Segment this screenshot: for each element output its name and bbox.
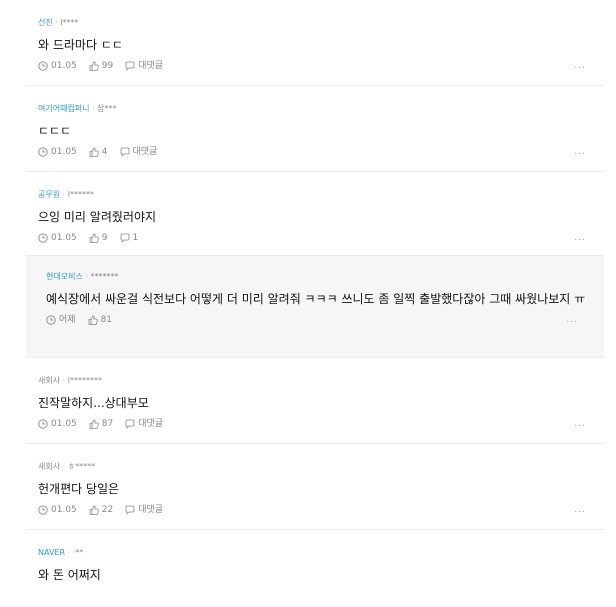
author-nickname: l**** [60,18,79,27]
date-label: 어제 [59,315,76,325]
like-count: 9 [101,233,108,243]
date-label: 01.05 [51,147,77,157]
comment-date: 01.05 [38,418,77,430]
thumbs-up-icon [89,61,99,71]
comment-item: 선진 · l**** 와 드라마다 ㄷㄷ 01.05 99 대댓글 ... [26,0,604,86]
more-options-icon[interactable]: ... [574,418,586,430]
comment-meta: 어제 81 ... [46,314,604,326]
comment-meta: 01.05 9 1 ... [38,232,604,244]
author-company[interactable]: 여기어때컴퍼니 [38,104,90,113]
comment-date: 01.05 [38,232,77,244]
comment-date: 01.05 [38,60,77,72]
like-count: 99 [101,61,114,71]
speech-bubble-icon [125,61,135,71]
speech-bubble-icon [125,419,135,429]
author-nickname: l****** [67,190,94,199]
author-nickname: ·** [72,548,84,557]
thumbs-up-icon [88,315,98,325]
like-button[interactable]: 99 [89,60,113,72]
reply-label: 대댓글 [138,505,164,515]
reply-count: 1 [132,233,139,243]
reply-button[interactable]: 대댓글 [125,418,163,430]
clock-icon [46,315,56,325]
reply-item: 현대모비스 · ******* 예식장에서 싸운걸 식전보다 어떻게 더 미리 … [26,256,604,358]
clock-icon [38,61,48,71]
clock-icon [38,419,48,429]
reply-button[interactable]: 1 [120,232,139,244]
author-company[interactable]: 현대모비스 [46,272,83,281]
comment-text: 와 드라마다 ㄷㄷ [38,38,123,52]
author-nickname: ㅎ***** [67,462,96,471]
comment-author: 현대모비스 · ******* [46,272,119,281]
reply-button[interactable]: 대댓글 [125,504,163,516]
author-company[interactable]: 새회사 [38,376,60,385]
more-options-icon[interactable]: ... [574,504,586,516]
more-options-icon[interactable]: ... [574,232,586,244]
date-label: 01.05 [51,419,77,429]
author-nickname: l******** [67,376,102,385]
date-label: 01.05 [51,505,77,515]
date-label: 01.05 [51,233,77,243]
comment-author: NAVER · ·** [38,548,84,557]
author-company[interactable]: 공무원 [38,190,60,199]
like-button[interactable]: 9 [89,232,108,244]
like-button[interactable]: 87 [89,418,113,430]
date-label: 01.05 [51,61,77,71]
like-button[interactable]: 4 [89,146,108,158]
like-count: 22 [101,505,114,515]
comment-text: 예식장에서 싸운걸 식전보다 어떻게 더 미리 알려줘 ㅋㅋㅋ 쓰니도 좀 일찍… [46,292,586,306]
comment-text: ㄷㄷㄷ [38,124,72,138]
more-options-icon[interactable]: ... [566,314,578,326]
comment-meta: 01.05 99 대댓글 ... [38,60,604,72]
comment-author: 선진 · l**** [38,18,79,27]
reply-label: 대댓글 [138,61,164,71]
comment-item: 새회사 · ㅎ***** 헌개편다 당일은 01.05 22 대댓글 ... [26,444,604,530]
clock-icon [38,147,48,157]
comment-author: 새회사 · ㅎ***** [38,462,96,471]
reply-button[interactable]: 대댓글 [120,146,158,158]
comment-text: 으잉 미리 알려줬러야지 [38,210,157,224]
author-company[interactable]: 새회사 [38,462,60,471]
clock-icon [38,233,48,243]
comment-list: 선진 · l**** 와 드라마다 ㄷㄷ 01.05 99 대댓글 ... 여기… [26,0,604,600]
comment-item: NAVER · ·** 와 돈 어쩌지 [26,530,604,600]
comment-text: 와 돈 어쩌지 [38,568,101,582]
more-options-icon[interactable]: ... [574,146,586,158]
comment-text: 헌개편다 당일은 [38,482,120,496]
comment-author: 공무원 · l****** [38,190,94,199]
comment-meta: 01.05 4 대댓글 ... [38,146,604,158]
comment-text: 진작말하지...상대부모 [38,396,149,410]
speech-bubble-icon [120,233,129,243]
author-company[interactable]: NAVER [38,548,65,557]
comment-item: 새회사 · l******** 진작말하지...상대부모 01.05 87 대댓… [26,358,604,444]
comment-date: 어제 [46,314,76,326]
thumbs-up-icon [89,419,99,429]
like-count: 81 [100,315,113,325]
like-button[interactable]: 81 [88,314,112,326]
comment-date: 01.05 [38,504,77,516]
comment-meta: 01.05 87 대댓글 ... [38,418,604,430]
author-company[interactable]: 선진 [38,18,53,27]
reply-label: 대댓글 [138,419,164,429]
thumbs-up-icon [89,505,99,515]
clock-icon [38,505,48,515]
like-button[interactable]: 22 [89,504,113,516]
reply-label: 대댓글 [132,147,158,157]
comment-author: 새회사 · l******** [38,376,102,385]
comment-meta: 01.05 22 대댓글 ... [38,504,604,516]
like-count: 4 [101,147,108,157]
speech-bubble-icon [125,505,135,515]
like-count: 87 [101,419,114,429]
thumbs-up-icon [89,147,99,157]
comment-item: 여기어때컴퍼니 · 삼*** ㄷㄷㄷ 01.05 4 대댓글 ... [26,86,604,172]
reply-button[interactable]: 대댓글 [125,60,163,72]
comment-item: 공무원 · l****** 으잉 미리 알려줬러야지 01.05 9 1 ... [26,172,604,256]
comment-date: 01.05 [38,146,77,158]
comment-author: 여기어때컴퍼니 · 삼*** [38,104,117,113]
author-nickname: 삼*** [97,104,117,113]
thumbs-up-icon [89,233,99,243]
author-nickname: ******* [90,272,119,281]
speech-bubble-icon [120,147,129,157]
more-options-icon[interactable]: ... [574,60,586,72]
